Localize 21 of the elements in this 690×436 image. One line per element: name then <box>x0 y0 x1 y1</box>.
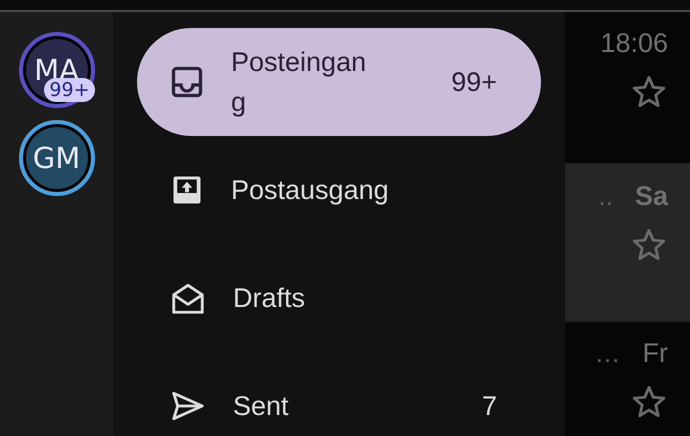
message-row[interactable]: … Fr <box>565 322 690 436</box>
message-snippet: … <box>594 338 621 369</box>
folder-label: Posteingang <box>231 46 368 119</box>
message-snippet: .. <box>598 181 613 212</box>
account-avatar[interactable]: GM <box>18 120 94 196</box>
message-date: Sa <box>634 181 668 212</box>
folder-item[interactable]: Postausgang <box>137 136 541 244</box>
inbox-icon <box>169 64 205 100</box>
folder-count: 99+ <box>451 66 497 98</box>
message-row[interactable]: 18:06 <box>565 12 690 165</box>
account-avatar[interactable]: MA 99+ <box>18 32 94 108</box>
folder-item[interactable]: Drafts <box>137 244 541 352</box>
message-date: Fr <box>642 338 668 369</box>
folder-label: Drafts <box>233 282 306 315</box>
folder-item[interactable]: Sent 7 <box>137 352 541 436</box>
unread-count-badge: 99+ <box>44 78 94 102</box>
folder-label: Postausgang <box>231 174 390 207</box>
folder-count: 7 <box>482 390 497 422</box>
folder-label: Sent <box>233 390 290 423</box>
folder-item[interactable]: Posteingang 99+ <box>137 28 541 136</box>
message-date: 18:06 <box>600 28 668 59</box>
